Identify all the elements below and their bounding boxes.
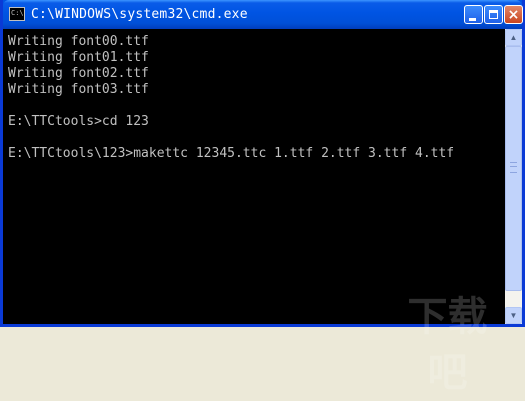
console-line: Writing font03.ttf bbox=[8, 82, 149, 97]
minimize-icon bbox=[469, 18, 476, 21]
scroll-down-button[interactable]: ▼ bbox=[505, 307, 522, 324]
cmd-window: C:\ C:\WINDOWS\system32\cmd.exe × Writin… bbox=[0, 0, 525, 396]
watermark-logo: 下载吧 bbox=[407, 294, 488, 396]
console-line: Writing font00.ttf bbox=[8, 34, 149, 49]
title-bar[interactable]: C:\ C:\WINDOWS\system32\cmd.exe × bbox=[3, 0, 523, 29]
scrollbar-thumb[interactable] bbox=[505, 46, 522, 291]
maximize-button[interactable] bbox=[484, 5, 503, 24]
console-output[interactable]: Writing font00.ttf Writing font01.ttf Writ… bbox=[3, 29, 505, 396]
grip-icon bbox=[510, 162, 517, 173]
vertical-scrollbar[interactable]: ▲ ▼ bbox=[505, 29, 522, 324]
window-title: C:\WINDOWS\system32\cmd.exe bbox=[31, 7, 248, 22]
close-button[interactable]: × bbox=[504, 5, 523, 24]
maximize-icon bbox=[489, 10, 498, 19]
console-text: Writing font00.ttf Writing font01.ttf Writ… bbox=[8, 34, 454, 162]
scroll-up-button[interactable]: ▲ bbox=[505, 29, 522, 46]
console-line: E:\TTCtools>cd 123 bbox=[8, 114, 149, 129]
console-line: E:\TTCtools\123>makettc 12345.ttc 1.ttf … bbox=[8, 146, 455, 161]
arrow-up-icon: ▲ bbox=[509, 33, 518, 42]
console-line: Writing font01.ttf bbox=[8, 50, 149, 65]
console-icon[interactable]: C:\ bbox=[9, 7, 25, 21]
minimize-button[interactable] bbox=[464, 5, 483, 24]
close-icon: × bbox=[507, 7, 520, 23]
arrow-down-icon: ▼ bbox=[509, 311, 518, 320]
console-line: Writing font02.ttf bbox=[8, 66, 149, 81]
